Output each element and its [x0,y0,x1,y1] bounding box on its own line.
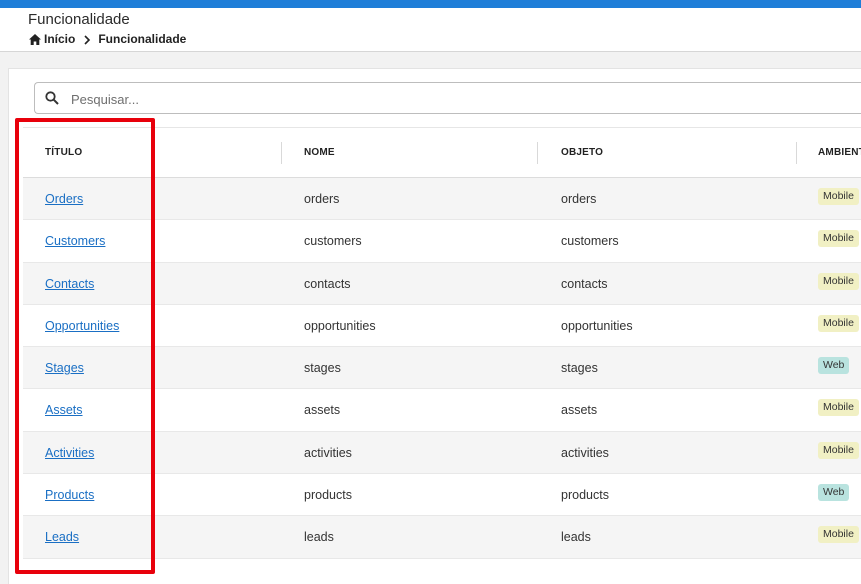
row-objeto: orders [561,192,597,206]
column-header-titulo[interactable]: TÍTULO [45,147,82,158]
environment-badge: Web [818,484,850,502]
column-divider[interactable] [281,142,282,164]
page-header: Funcionalidade Início Funcionalidade [0,8,861,52]
column-divider[interactable] [537,142,538,164]
search-input[interactable] [71,89,831,109]
table-row[interactable]: Contacts contacts contacts Mobile [23,262,861,305]
table-row[interactable]: Opportunities opportunities opportunitie… [23,304,861,348]
row-nome: contacts [304,276,351,291]
row-objeto: opportunities [561,318,633,333]
breadcrumb: Início Funcionalidade [29,32,186,46]
search-icon [45,91,59,105]
environment-badge: Mobile [818,188,859,205]
row-nome: activities [304,445,352,460]
search-box[interactable] [34,82,861,114]
row-title-link[interactable]: Products [45,488,94,502]
table-row[interactable]: Customers customers customers Mobile [23,220,861,263]
environment-badge: Mobile [818,441,859,459]
chevron-right-icon [82,34,92,45]
environment-badge: Mobile [818,230,859,248]
row-objeto: customers [561,234,619,249]
row-nome: customers [304,234,362,249]
row-title-link[interactable]: Orders [45,192,83,206]
row-title-link[interactable]: Activities [45,446,94,460]
page-title: Funcionalidade [28,11,130,28]
row-nome: stages [304,361,341,376]
top-accent-bar [0,0,861,8]
column-header-ambiente[interactable]: AMBIENT [818,147,861,158]
breadcrumb-home-link[interactable]: Início [44,32,75,46]
row-title-link[interactable]: Contacts [45,277,94,291]
breadcrumb-current: Funcionalidade [98,32,187,46]
row-nome: products [304,488,352,503]
row-nome: leads [304,530,334,545]
row-objeto: contacts [561,276,608,291]
table-row[interactable]: Stages stages stages Web [23,347,861,390]
row-title-link[interactable]: Assets [45,403,83,417]
row-nome: opportunities [304,318,376,333]
table-row[interactable]: Products products products Web [23,474,861,517]
row-objeto: assets [561,403,598,418]
row-nome: assets [304,403,341,418]
table-row[interactable]: Assets assets assets Mobile [23,389,861,432]
column-divider[interactable] [796,142,797,164]
row-title-link[interactable]: Stages [45,361,84,375]
column-header-nome[interactable]: NOME [304,147,335,158]
row-objeto: activities [561,445,609,460]
table-row[interactable]: Leads leads leads Mobile [23,516,861,559]
environment-badge: Web [818,357,850,375]
row-title-link[interactable]: Leads [45,530,79,544]
functionality-table: TÍTULO NOME OBJETO AMBIENT Orders orders… [23,127,861,559]
table-header: TÍTULO NOME OBJETO AMBIENT [23,127,861,178]
environment-badge: Mobile [818,272,859,290]
row-title-link[interactable]: Customers [45,234,105,248]
row-nome: orders [304,192,340,206]
environment-badge: Mobile [818,526,859,544]
home-icon[interactable] [29,33,41,45]
column-header-objeto[interactable]: OBJETO [561,147,603,158]
row-objeto: products [561,488,609,503]
row-title-link[interactable]: Opportunities [45,319,119,333]
table-row[interactable]: Activities activities activities Mobile [23,431,861,475]
row-objeto: stages [561,361,598,376]
environment-badge: Mobile [818,399,859,417]
row-objeto: leads [561,530,591,545]
table-row[interactable]: Orders orders orders Mobile [23,178,861,221]
environment-badge: Mobile [818,314,859,332]
